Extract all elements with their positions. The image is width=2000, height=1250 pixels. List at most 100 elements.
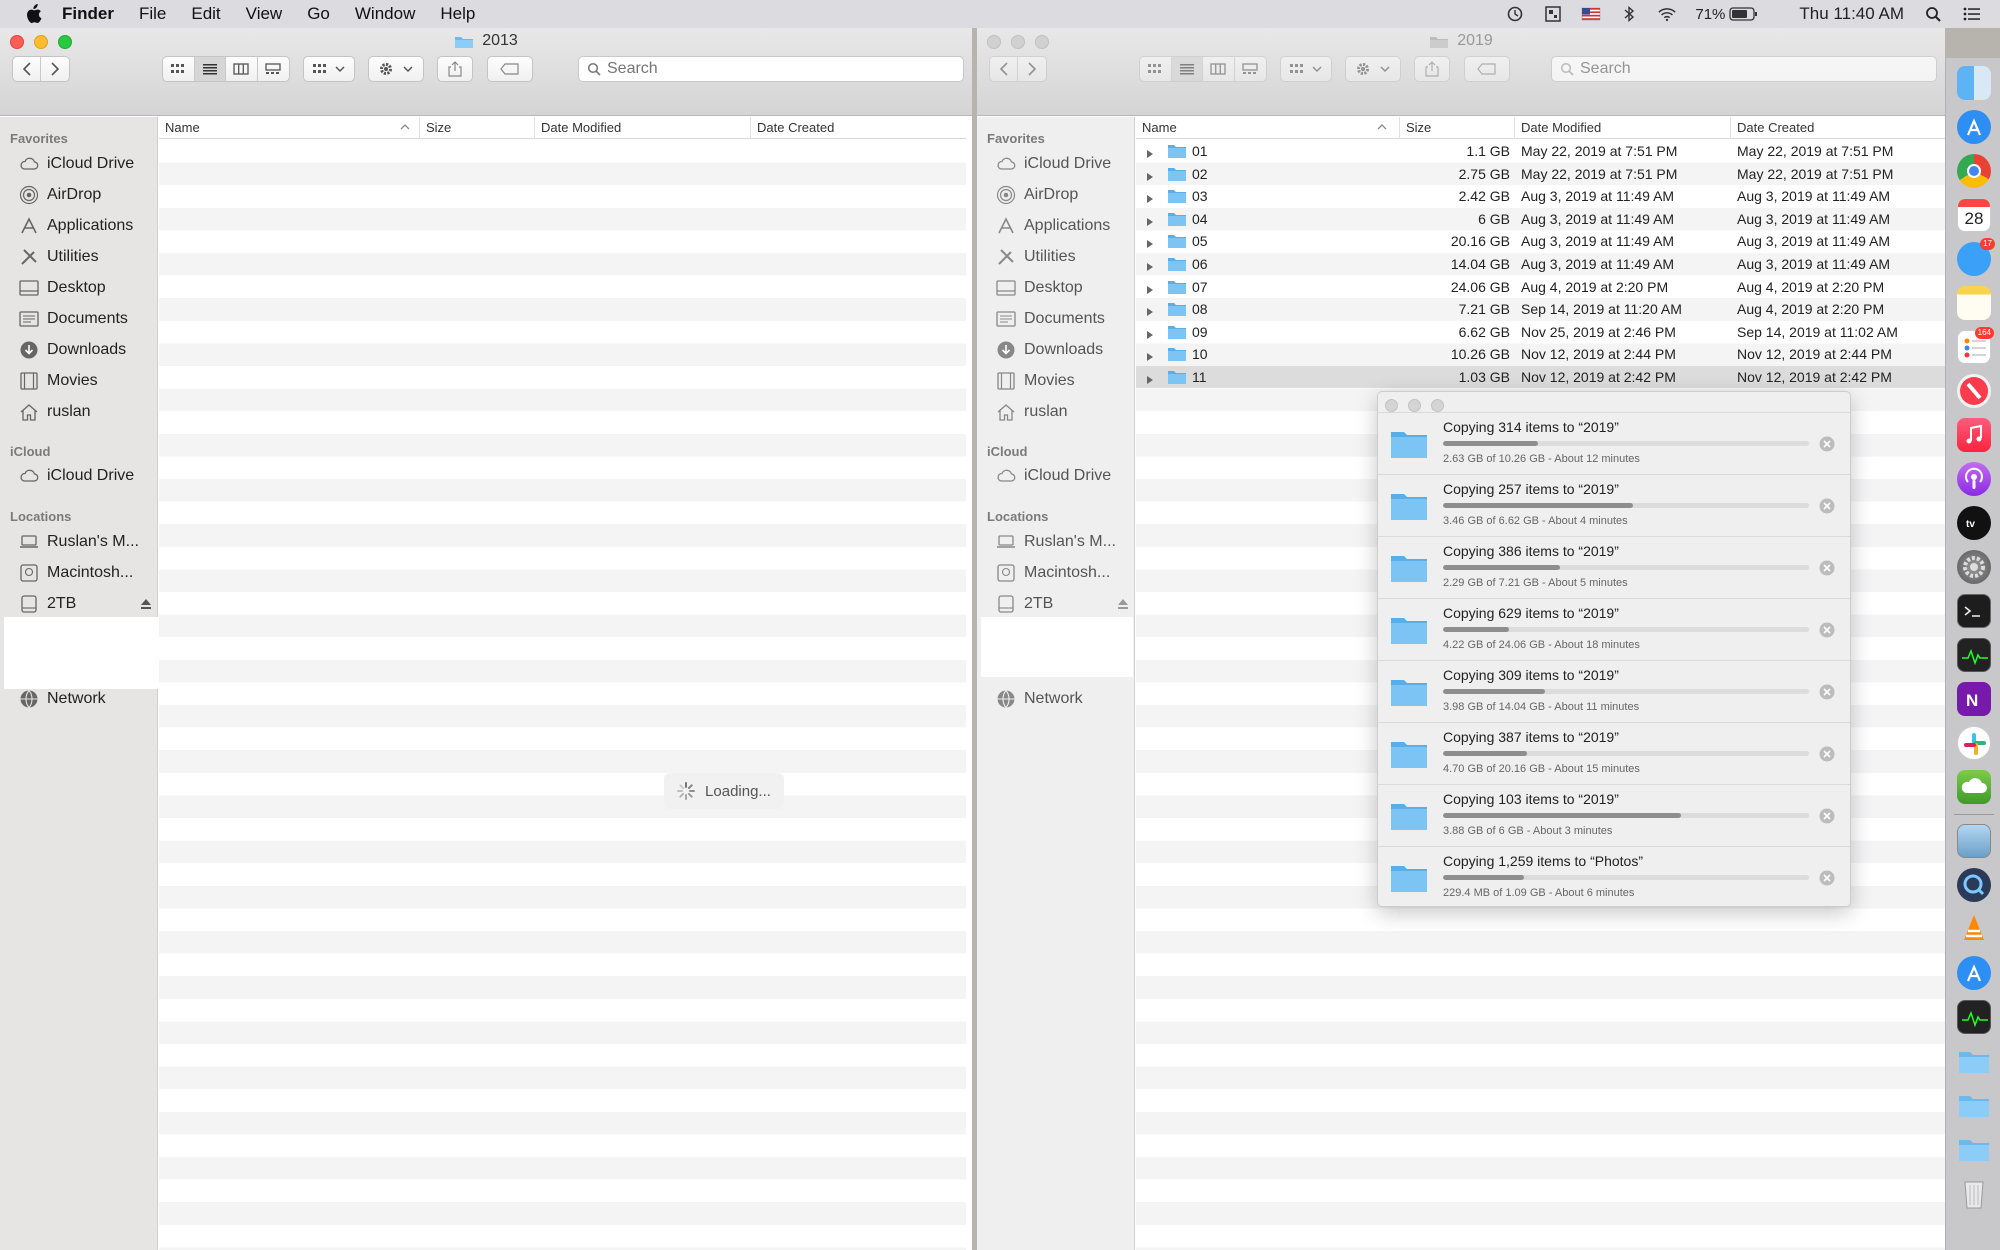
icon-view-button[interactable] [1140, 57, 1172, 81]
disclosure-triangle-icon[interactable] [1146, 282, 1154, 298]
empty-list-area[interactable] [159, 140, 966, 1250]
sidebar-item-utilities[interactable]: Utilities [995, 245, 1131, 269]
trash-icon[interactable] [1957, 1176, 1991, 1210]
sidebar-item-2tb[interactable]: 2TB [995, 592, 1131, 616]
column-date-modified[interactable]: Date Modified [534, 117, 750, 139]
action-button[interactable] [1345, 56, 1401, 82]
column-size[interactable]: Size [419, 117, 534, 139]
column-view-button[interactable] [226, 57, 258, 81]
disclosure-triangle-icon[interactable] [1146, 327, 1154, 343]
messages-icon[interactable]: 17 [1957, 238, 1995, 276]
table-row[interactable]: 01 1.1 GB May 22, 2019 at 7:51 PM May 22, 2… [1136, 140, 1945, 162]
group-by-button[interactable] [303, 56, 355, 82]
sidebar-item-movies[interactable]: Movies [18, 369, 154, 393]
disclosure-triangle-icon[interactable] [1146, 304, 1154, 320]
close-button[interactable] [1385, 399, 1398, 412]
group-by-button[interactable] [1280, 56, 1332, 82]
cancel-copy-icon[interactable] [1818, 807, 1836, 825]
vlc-icon[interactable] [1957, 912, 1991, 946]
zoom-button[interactable] [1431, 399, 1444, 412]
minimize-button[interactable] [1408, 399, 1421, 412]
cancel-copy-icon[interactable] [1818, 683, 1836, 701]
table-row[interactable]: 06 14.04 GB Aug 3, 2019 at 11:49 AM Aug 3, … [1136, 253, 1945, 275]
search-input[interactable] [1580, 60, 1830, 78]
menu-file[interactable]: File [139, 4, 166, 24]
table-row[interactable]: 10 10.26 GB Nov 12, 2019 at 2:44 PM Nov 12,… [1136, 343, 1945, 365]
wifi-icon[interactable] [1657, 6, 1677, 22]
menu-finder[interactable]: Finder [62, 4, 114, 24]
reminders-icon[interactable]: 164 [1957, 327, 1994, 364]
table-row[interactable]: 11 1.03 GB Nov 12, 2019 at 2:42 PM Nov 12, … [1136, 366, 1945, 388]
cancel-copy-icon[interactable] [1818, 559, 1836, 577]
cancel-copy-icon[interactable] [1818, 745, 1836, 763]
table-row[interactable]: 08 7.21 GB Sep 14, 2019 at 11:20 AM Aug 4, … [1136, 298, 1945, 320]
sidebar-item-computer[interactable]: Ruslan's M... [18, 530, 154, 554]
system-preferences-icon[interactable] [1957, 550, 1991, 584]
icon-view-button[interactable] [163, 57, 195, 81]
column-name[interactable]: Name [1136, 117, 1399, 139]
gallery-view-button[interactable] [1235, 57, 1266, 81]
table-row[interactable]: 07 24.06 GB Aug 4, 2019 at 2:20 PM Aug 4, 2… [1136, 276, 1945, 298]
notification-center-icon[interactable] [1962, 6, 1982, 22]
activity-monitor-2-icon[interactable] [1957, 1000, 1991, 1034]
quicktime-icon[interactable] [1957, 868, 1991, 902]
clock[interactable]: Thu 11:40 AM [1799, 4, 1904, 24]
music-icon[interactable] [1957, 418, 1991, 452]
table-row[interactable]: 02 2.75 GB May 22, 2019 at 7:51 PM May 22, … [1136, 163, 1945, 185]
us-flag-icon[interactable] [1581, 6, 1601, 22]
disclosure-triangle-icon[interactable] [1146, 236, 1154, 252]
cancel-copy-icon[interactable] [1818, 497, 1836, 515]
search-field[interactable] [578, 56, 964, 82]
share-button[interactable] [437, 56, 473, 82]
chrome-icon[interactable] [1957, 154, 1991, 188]
sidebar-item-icloud-drive-2[interactable]: iCloud Drive [995, 464, 1131, 488]
sidebar-item-applications[interactable]: Applications [995, 214, 1131, 238]
notes-icon[interactable] [1957, 286, 1991, 320]
podcasts-icon[interactable] [1957, 462, 1991, 496]
eject-icon[interactable] [140, 597, 152, 615]
tags-button[interactable] [1464, 56, 1510, 82]
sidebar-item-airdrop[interactable]: AirDrop [18, 183, 154, 207]
column-size[interactable]: Size [1399, 117, 1514, 139]
menu-view[interactable]: View [246, 4, 283, 24]
column-date-modified[interactable]: Date Modified [1514, 117, 1730, 139]
column-view-button[interactable] [1203, 57, 1235, 81]
sidebar-item-2tb[interactable]: 2TB [18, 592, 154, 616]
list-view-button[interactable] [1171, 57, 1203, 81]
spotlight-search-icon[interactable] [1924, 6, 1944, 22]
sidebar-item-macintosh-hd[interactable]: Macintosh... [995, 561, 1131, 585]
list-view-button[interactable] [194, 57, 226, 81]
calendar-icon[interactable]: 28 [1957, 198, 1991, 232]
share-button[interactable] [1414, 56, 1450, 82]
table-row[interactable]: 03 2.42 GB Aug 3, 2019 at 11:49 AM Aug 3, 2… [1136, 185, 1945, 207]
activity-monitor-icon[interactable] [1957, 638, 1991, 672]
search-field[interactable] [1551, 56, 1937, 82]
documents-stack-icon[interactable] [1957, 1132, 1991, 1166]
news-icon[interactable] [1957, 374, 1991, 408]
tags-button[interactable] [487, 56, 533, 82]
terminal-icon[interactable] [1957, 594, 1991, 628]
disclosure-triangle-icon[interactable] [1146, 214, 1154, 230]
sidebar-item-applications[interactable]: Applications [18, 214, 154, 238]
folder-stack-icon[interactable] [1957, 1044, 1991, 1078]
titlebar[interactable]: 2019 [977, 28, 1945, 116]
forward-button[interactable] [1018, 57, 1046, 81]
menu-go[interactable]: Go [307, 4, 330, 24]
sidebar-item-documents[interactable]: Documents [995, 307, 1131, 331]
column-name[interactable]: Name [159, 117, 419, 139]
column-date-created[interactable]: Date Created [750, 117, 966, 139]
gallery-view-button[interactable] [258, 57, 289, 81]
time-machine-icon[interactable] [1505, 6, 1525, 22]
onenote-icon[interactable]: N [1957, 682, 1991, 716]
disclosure-triangle-icon[interactable] [1146, 349, 1154, 365]
sidebar-item-network[interactable]: Network [995, 687, 1131, 711]
action-button[interactable] [368, 56, 424, 82]
disclosure-triangle-icon[interactable] [1146, 372, 1154, 388]
back-button[interactable] [990, 57, 1019, 81]
table-row[interactable]: 09 6.62 GB Nov 25, 2019 at 2:46 PM Sep 14, … [1136, 321, 1945, 343]
search-input[interactable] [607, 60, 857, 78]
menu-help[interactable]: Help [440, 4, 475, 24]
cloud-app-icon[interactable] [1957, 770, 1991, 804]
eject-icon[interactable] [1117, 597, 1129, 615]
column-date-created[interactable]: Date Created [1730, 117, 1945, 139]
